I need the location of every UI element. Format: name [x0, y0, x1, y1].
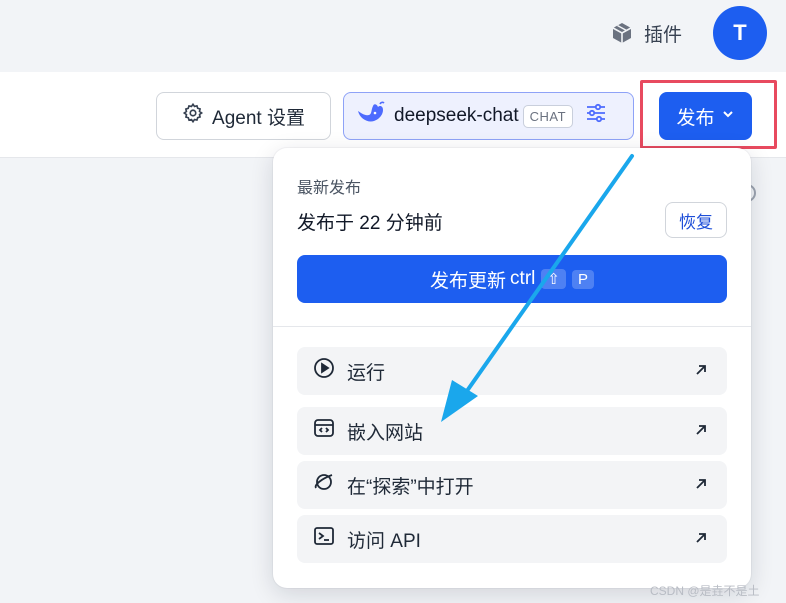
model-type-badge: CHAT — [522, 104, 574, 128]
top-bar: 插件 T — [0, 0, 786, 72]
publish-update-button[interactable]: 发布更新 ctrl ⇧ P — [297, 255, 727, 303]
divider — [273, 326, 751, 327]
menu-item-embed-website[interactable]: 嵌入网站 — [297, 407, 727, 455]
toolbar: Agent 设置 deepseek-chat CHAT 发布 — [0, 72, 786, 158]
publish-update-label: 发布更新 — [430, 270, 507, 292]
planet-icon — [313, 471, 335, 499]
arrow-up-right-icon — [693, 530, 709, 552]
menu-item-label: 访问 API — [347, 530, 421, 552]
sliders-icon[interactable] — [585, 102, 607, 130]
menu-item-label: 嵌入网站 — [347, 422, 424, 444]
user-avatar[interactable]: T — [713, 6, 767, 60]
menu-item-label: 在“探索”中打开 — [347, 476, 474, 498]
publish-button[interactable]: 发布 — [659, 92, 752, 140]
menu-item-open-in-explore[interactable]: 在“探索”中打开 — [297, 461, 727, 509]
arrow-up-right-icon — [693, 362, 709, 384]
model-selector[interactable]: deepseek-chat CHAT — [343, 92, 634, 140]
terminal-icon — [313, 525, 335, 553]
latest-release-label: 最新发布 — [297, 180, 362, 197]
embed-code-icon — [313, 417, 335, 445]
watermark: CSDN @是垚不是土 — [650, 584, 760, 598]
model-name: deepseek-chat — [394, 105, 519, 126]
plugins-link[interactable]: 插件 — [610, 18, 682, 48]
whale-icon — [356, 101, 386, 131]
agent-settings-label: Agent 设置 — [212, 107, 305, 129]
arrow-up-right-icon — [693, 476, 709, 498]
menu-item-access-api[interactable]: 访问 API — [297, 515, 727, 563]
publish-label: 发布 — [676, 107, 715, 129]
publish-dropdown: 最新发布 发布于 22 分钟前 恢复 发布更新 ctrl ⇧ P 运行 嵌入网站 — [273, 148, 751, 588]
arrow-up-right-icon — [693, 422, 709, 444]
chevron-down-icon — [721, 105, 735, 127]
menu-item-run[interactable]: 运行 — [297, 347, 727, 395]
restore-button[interactable]: 恢复 — [665, 202, 727, 238]
published-time: 发布于 22 分钟前 — [297, 213, 443, 234]
package-icon — [610, 21, 634, 45]
plugins-label: 插件 — [644, 24, 683, 46]
gear-icon — [182, 102, 204, 130]
shortcut-shift: ⇧ — [541, 269, 566, 289]
menu-item-label: 运行 — [347, 362, 386, 384]
agent-settings-button[interactable]: Agent 设置 — [156, 92, 331, 140]
shortcut-key: P — [571, 269, 594, 289]
play-circle-icon — [313, 357, 335, 385]
shortcut-ctrl: ctrl — [510, 268, 536, 289]
